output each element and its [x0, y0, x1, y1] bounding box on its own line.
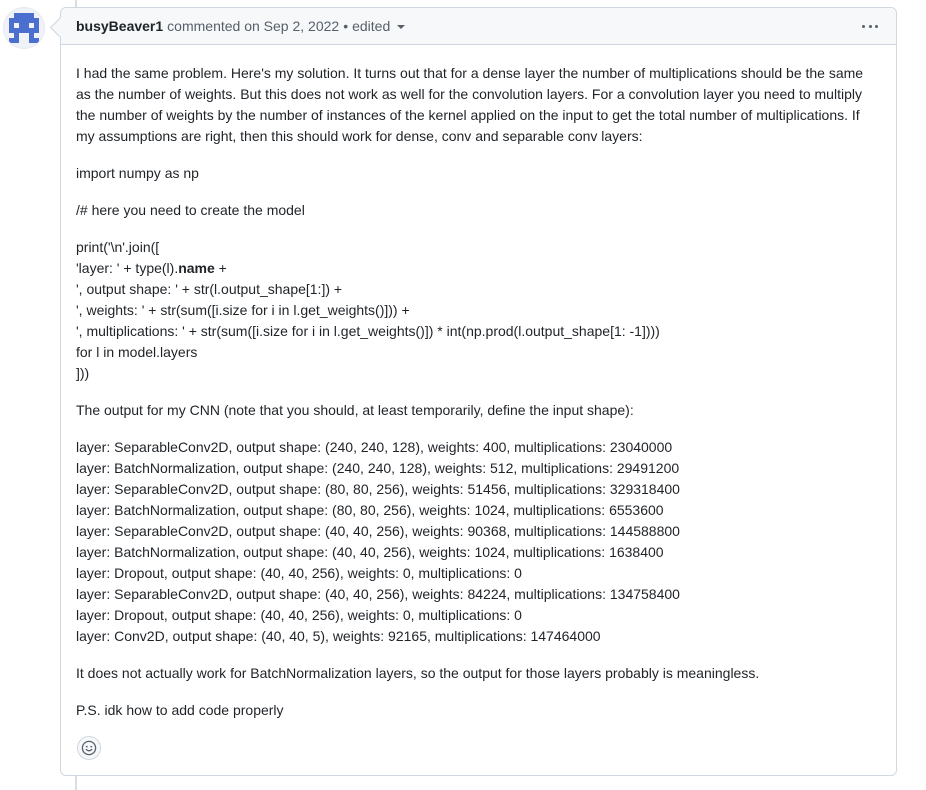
output-line: layer: SeparableConv2D, output shape: (4… — [76, 586, 680, 602]
kebab-horizontal-icon[interactable] — [862, 16, 878, 36]
user-avatar[interactable] — [4, 8, 44, 48]
output-intro: The output for my CNN (note that you sho… — [76, 402, 634, 418]
comment-body: I had the same problem. Here's my soluti… — [76, 63, 881, 737]
code-line: ])) — [76, 365, 90, 381]
code-line: for l in model.layers — [76, 344, 198, 360]
output-line: layer: BatchNormalization, output shape:… — [76, 460, 680, 476]
model-comment-line: /# here you need to create the model — [76, 202, 305, 218]
output-block: layer: SeparableConv2D, output shape: (2… — [76, 437, 881, 647]
identicon-avatar-icon — [9, 13, 39, 43]
comment-timestamp[interactable]: commented on Sep 2, 2022 — [167, 18, 339, 34]
paragraph-explanation: I had the same problem. Here's my soluti… — [76, 65, 864, 144]
code-line: ', multiplications: ' + str(sum([i.size … — [76, 323, 660, 339]
author-link[interactable]: busyBeaver1 — [76, 18, 163, 34]
output-line: layer: BatchNormalization, output shape:… — [76, 502, 664, 518]
edited-dropdown[interactable]: edited — [352, 18, 406, 34]
code-block: print('\n'.join([ 'layer: ' + type(l).na… — [76, 237, 881, 384]
comment-header: busyBeaver1 commented on Sep 2, 2022 • e… — [61, 8, 896, 45]
edited-label: edited — [352, 18, 391, 34]
output-line: layer: Conv2D, output shape: (40, 40, 5)… — [76, 628, 601, 644]
output-line: layer: SeparableConv2D, output shape: (4… — [76, 523, 680, 539]
import-line: import numpy as np — [76, 165, 199, 181]
output-line: layer: Dropout, output shape: (40, 40, 2… — [76, 565, 522, 581]
code-line: ', weights: ' + str(sum([i.size for i in… — [76, 302, 410, 318]
header-separator: • — [343, 18, 349, 34]
output-line: layer: BatchNormalization, output shape:… — [76, 544, 664, 560]
smiley-icon — [81, 740, 97, 756]
comment-box: busyBeaver1 commented on Sep 2, 2022 • e… — [60, 7, 897, 776]
closing-note: It does not actually work for BatchNorma… — [76, 665, 760, 681]
add-reaction-button[interactable] — [77, 736, 101, 760]
output-line: layer: Dropout, output shape: (40, 40, 2… — [76, 607, 522, 623]
output-line: layer: SeparableConv2D, output shape: (2… — [76, 439, 673, 455]
chevron-down-icon — [397, 25, 406, 29]
code-line: print('\n'.join([ — [76, 239, 160, 255]
code-line: 'layer: ' + type(l).name + — [76, 260, 227, 276]
ps-note: P.S. idk how to add code properly — [76, 702, 284, 718]
output-line: layer: SeparableConv2D, output shape: (8… — [76, 481, 680, 497]
code-line: ', output shape: ' + str(l.output_shape[… — [76, 281, 343, 297]
